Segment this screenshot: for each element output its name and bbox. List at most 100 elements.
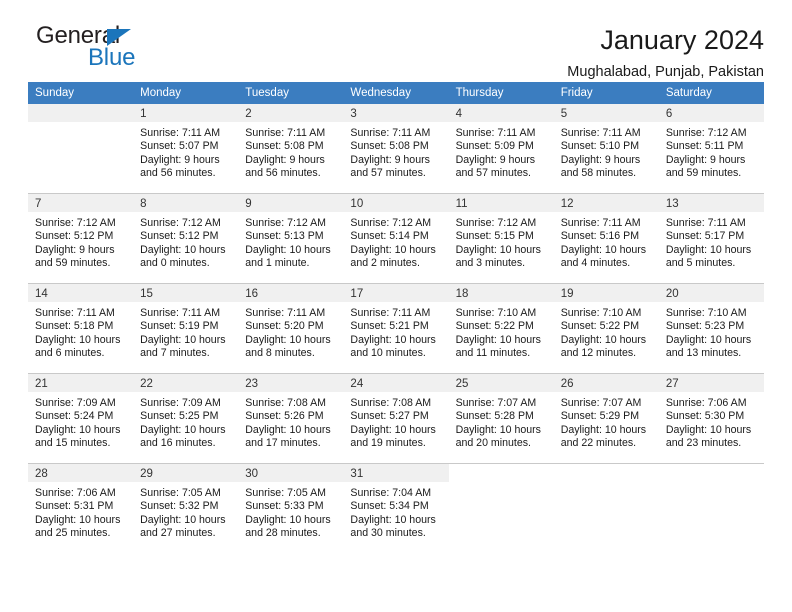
day-sun-info: Sunrise: 7:12 AM Sunset: 5:11 PM Daylight:… (659, 122, 764, 181)
daylight-text-line2: and 7 minutes. (140, 347, 210, 360)
sunrise-text: Sunrise: 7:12 AM (665, 127, 747, 139)
page-header: General Blue January 2024 Mughalabad, Pu… (28, 0, 764, 80)
daylight-text-line2: and 23 minutes. (665, 437, 742, 450)
daylight-text-line2: and 56 minutes. (245, 167, 321, 180)
daylight-text-line1: Daylight: 10 hours (560, 423, 647, 436)
day-number: 28 (28, 464, 134, 482)
calendar-day-cell[interactable]: 4 Sunrise: 7:11 AM Sunset: 5:09 PM Daylight… (448, 104, 554, 194)
day-number: 18 (448, 284, 554, 302)
sunset-text: Sunset: 5:34 PM (350, 500, 429, 513)
calendar-day-cell[interactable]: 3 Sunrise: 7:11 AM Sunset: 5:08 PM Daylight… (343, 104, 449, 194)
calendar-day-cell[interactable]: 30 Sunrise: 7:05 AM Sunset: 5:33 PM Dayligh… (238, 463, 344, 553)
sunrise-text: Sunrise: 7:10 AM (455, 307, 537, 319)
sunrise-text: Sunrise: 7:05 AM (245, 487, 326, 499)
calendar-day-cell[interactable]: 21 Sunrise: 7:09 AM Sunset: 5:24 PM Dayligh… (28, 373, 134, 464)
day-number: 7 (28, 194, 134, 212)
calendar-day-cell[interactable]: 5 Sunrise: 7:11 AM Sunset: 5:10 PM Daylight… (553, 104, 659, 194)
daylight-text-line1: Daylight: 10 hours (350, 513, 436, 526)
sunrise-text: Sunrise: 7:09 AM (35, 397, 116, 409)
daylight-text-line2: and 30 minutes. (350, 527, 426, 540)
sunset-text: Sunset: 5:07 PM (140, 140, 219, 153)
calendar-day-cell[interactable]: 11 Sunrise: 7:12 AM Sunset: 5:15 PM Dayligh… (448, 193, 554, 284)
day-sun-info: Sunrise: 7:12 AM Sunset: 5:12 PM Daylight:… (133, 212, 238, 271)
day-sun-info: Sunrise: 7:11 AM Sunset: 5:21 PM Daylight:… (343, 302, 448, 361)
daylight-text-line2: and 0 minutes. (140, 257, 210, 270)
calendar-header-row: Sunday Monday Tuesday Wednesday Thursday… (28, 82, 764, 104)
day-number (449, 464, 554, 482)
logo-text-blue: Blue (88, 44, 136, 71)
daylight-text-line2: and 2 minutes. (350, 257, 420, 270)
daylight-text-line2: and 57 minutes. (455, 167, 531, 180)
sunrise-text: Sunrise: 7:11 AM (455, 127, 536, 139)
sunrise-text: Sunrise: 7:12 AM (350, 217, 432, 229)
calendar-day-cell[interactable]: 2 Sunrise: 7:11 AM Sunset: 5:08 PM Daylight… (238, 104, 344, 194)
generalblue-logo[interactable]: General Blue (28, 24, 178, 76)
day-number: 17 (343, 284, 449, 302)
calendar-day-cell[interactable]: 7 Sunrise: 7:12 AM Sunset: 5:12 PM Daylight… (28, 193, 134, 284)
calendar-day-cell[interactable]: 16 Sunrise: 7:11 AM Sunset: 5:20 PM Dayligh… (238, 283, 344, 374)
calendar-day-cell[interactable]: 20 Sunrise: 7:10 AM Sunset: 5:23 PM Dayligh… (658, 283, 764, 374)
daylight-text-line1: Daylight: 10 hours (35, 513, 121, 526)
calendar-week-row: 21 Sunrise: 7:09 AM Sunset: 5:24 PM Dayligh… (28, 373, 764, 464)
calendar-day-cell[interactable]: 10 Sunrise: 7:12 AM Sunset: 5:14 PM Dayligh… (343, 193, 449, 284)
daylight-text-line1: Daylight: 10 hours (245, 333, 331, 346)
calendar-day-cell[interactable]: 15 Sunrise: 7:11 AM Sunset: 5:19 PM Dayligh… (133, 283, 239, 374)
sunset-text: Sunset: 5:19 PM (140, 320, 219, 333)
day-sun-info: Sunrise: 7:12 AM Sunset: 5:13 PM Daylight:… (238, 212, 343, 271)
calendar-day-cell[interactable]: 8 Sunrise: 7:12 AM Sunset: 5:12 PM Daylight… (133, 193, 239, 284)
calendar-day-cell[interactable]: 22 Sunrise: 7:09 AM Sunset: 5:25 PM Dayligh… (133, 373, 239, 464)
calendar-day-cell[interactable]: 12 Sunrise: 7:11 AM Sunset: 5:16 PM Dayligh… (553, 193, 659, 284)
calendar-day-cell[interactable]: 25 Sunrise: 7:07 AM Sunset: 5:28 PM Dayligh… (448, 373, 554, 464)
daylight-text-line1: Daylight: 9 hours (455, 153, 536, 166)
calendar-day-cell[interactable]: 26 Sunrise: 7:07 AM Sunset: 5:29 PM Dayligh… (553, 373, 659, 464)
daylight-text-line1: Daylight: 9 hours (35, 243, 115, 256)
calendar-day-cell[interactable]: 24 Sunrise: 7:08 AM Sunset: 5:27 PM Dayligh… (343, 373, 449, 464)
calendar-day-cell[interactable]: 1 Sunrise: 7:11 AM Sunset: 5:07 PM Daylight… (133, 104, 239, 194)
calendar-day-cell[interactable]: 27 Sunrise: 7:06 AM Sunset: 5:30 PM Dayligh… (658, 373, 764, 464)
sunrise-text: Sunrise: 7:11 AM (665, 217, 746, 229)
daylight-text-line2: and 1 minute. (245, 257, 310, 270)
calendar-day-cell[interactable]: 6 Sunrise: 7:12 AM Sunset: 5:11 PM Daylight… (658, 104, 764, 194)
calendar-day-cell[interactable]: 23 Sunrise: 7:08 AM Sunset: 5:26 PM Dayligh… (238, 373, 344, 464)
day-sun-info: Sunrise: 7:10 AM Sunset: 5:22 PM Daylight:… (449, 302, 554, 361)
calendar-day-cell[interactable]: 31 Sunrise: 7:04 AM Sunset: 5:34 PM Dayligh… (343, 463, 449, 553)
daylight-text-line2: and 58 minutes. (560, 167, 637, 180)
daylight-text-line1: Daylight: 9 hours (140, 153, 220, 166)
day-number (659, 464, 764, 482)
calendar-day-cell[interactable]: 18 Sunrise: 7:10 AM Sunset: 5:22 PM Dayligh… (448, 283, 554, 374)
calendar-day-cell[interactable]: 28 Sunrise: 7:06 AM Sunset: 5:31 PM Dayligh… (28, 463, 134, 553)
sunset-text: Sunset: 5:21 PM (350, 320, 429, 333)
sunrise-text: Sunrise: 7:04 AM (350, 487, 432, 499)
daylight-text-line2: and 20 minutes. (455, 437, 531, 450)
day-sun-info: Sunrise: 7:05 AM Sunset: 5:32 PM Daylight:… (133, 482, 238, 541)
calendar-day-cell[interactable]: 19 Sunrise: 7:10 AM Sunset: 5:22 PM Dayligh… (553, 283, 659, 374)
day-sun-info: Sunrise: 7:11 AM Sunset: 5:18 PM Daylight:… (28, 302, 133, 361)
calendar-week-row: 1 Sunrise: 7:11 AM Sunset: 5:07 PM Daylight… (28, 104, 764, 194)
sunrise-text: Sunrise: 7:11 AM (350, 127, 431, 139)
daylight-text-line2: and 11 minutes. (455, 347, 531, 360)
calendar-day-cell[interactable]: 17 Sunrise: 7:11 AM Sunset: 5:21 PM Dayligh… (343, 283, 449, 374)
sunrise-text: Sunrise: 7:07 AM (455, 397, 537, 409)
sunset-text: Sunset: 5:08 PM (350, 140, 429, 153)
sunset-text: Sunset: 5:16 PM (560, 230, 640, 243)
daylight-text-line2: and 5 minutes. (665, 257, 736, 270)
daylight-text-line2: and 16 minutes. (140, 437, 216, 450)
calendar-table: Sunday Monday Tuesday Wednesday Thursday… (28, 82, 764, 553)
sunrise-text: Sunrise: 7:11 AM (560, 217, 641, 229)
sunset-text: Sunset: 5:22 PM (560, 320, 640, 333)
sunrise-text: Sunrise: 7:12 AM (35, 217, 116, 229)
calendar-day-cell[interactable]: 14 Sunrise: 7:11 AM Sunset: 5:18 PM Dayligh… (28, 283, 134, 374)
daylight-text-line1: Daylight: 10 hours (350, 333, 436, 346)
daylight-text-line1: Daylight: 10 hours (665, 333, 752, 346)
sunset-text: Sunset: 5:30 PM (665, 410, 745, 423)
daylight-text-line1: Daylight: 10 hours (35, 423, 121, 436)
calendar-day-cell[interactable]: 13 Sunrise: 7:11 AM Sunset: 5:17 PM Dayligh… (658, 193, 764, 284)
calendar-day-cell[interactable]: 29 Sunrise: 7:05 AM Sunset: 5:32 PM Dayligh… (133, 463, 239, 553)
calendar-day-cell[interactable]: 9 Sunrise: 7:12 AM Sunset: 5:13 PM Daylight… (238, 193, 344, 284)
day-number: 21 (28, 374, 134, 392)
daylight-text-line2: and 59 minutes. (665, 167, 742, 180)
sunrise-text: Sunrise: 7:06 AM (35, 487, 116, 499)
sunset-text: Sunset: 5:27 PM (350, 410, 429, 423)
day-number: 4 (448, 104, 554, 122)
daylight-text-line2: and 10 minutes. (350, 347, 426, 360)
